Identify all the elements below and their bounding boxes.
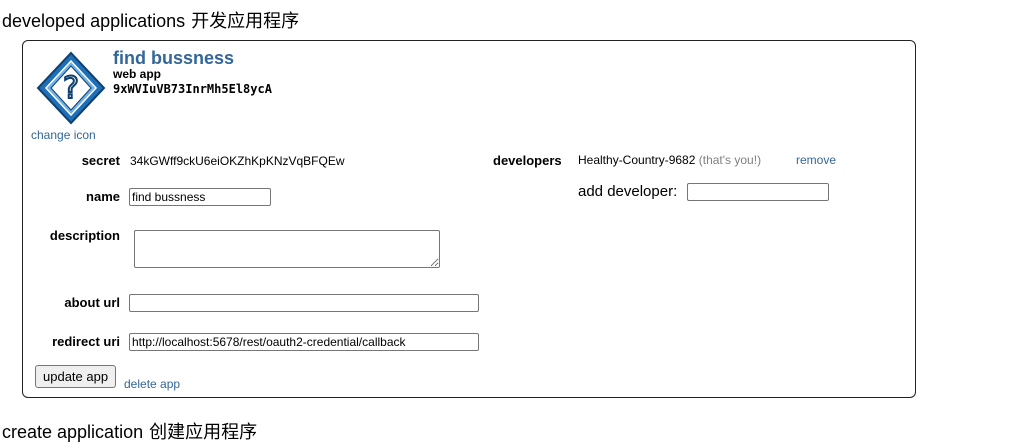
- app-client-id: 9xWVIuVB73InrMh5El8ycA: [113, 82, 272, 96]
- name-label: name: [86, 189, 120, 204]
- redirect-uri-input[interactable]: http://localhost:5678/rest/oauth2-creden…: [129, 333, 479, 351]
- update-app-button[interactable]: update app: [35, 365, 117, 388]
- heading-text-en: create application: [2, 422, 144, 442]
- remove-developer-link[interactable]: remove: [796, 153, 836, 167]
- add-developer-input[interactable]: [687, 183, 829, 201]
- secret-label: secret: [81, 153, 120, 168]
- that-is-you-note: (that's you!): [698, 153, 762, 167]
- about-url-label: about url: [64, 295, 120, 310]
- developers-label: developers: [493, 153, 562, 168]
- app-name-title: find bussness: [113, 48, 235, 68]
- description-textarea[interactable]: [134, 230, 440, 268]
- change-icon-link[interactable]: change icon: [31, 128, 96, 142]
- developer-name: Healthy-Country-9682: [578, 153, 696, 167]
- heading-text-cn: 创建应用程序: [149, 422, 258, 442]
- name-input[interactable]: find bussness: [129, 188, 271, 206]
- create-application-heading: create application 创建应用程序: [2, 418, 257, 444]
- app-details-box: ? find bussness web app 9xWVIuVB73InrMh5…: [22, 40, 916, 398]
- app-type-label: web app: [113, 67, 162, 81]
- question-mark-diamond-icon: ?: [36, 48, 106, 128]
- add-developer-label: add developer:: [578, 183, 678, 200]
- about-url-input[interactable]: [129, 294, 479, 312]
- developer-entry: Healthy-Country-9682 (that's you!): [578, 153, 761, 167]
- svg-text:?: ?: [63, 71, 79, 106]
- secret-value: 34kGWff9ckU6eiOKZhKpKNzVqBFQEw: [130, 154, 345, 168]
- delete-app-link[interactable]: delete app: [124, 377, 180, 391]
- description-label: description: [49, 228, 120, 243]
- developed-applications-heading: developed applications 开发应用程序: [2, 7, 299, 33]
- heading-text-en: developed applications: [2, 11, 186, 31]
- heading-text-cn: 开发应用程序: [191, 11, 300, 31]
- redirect-uri-label: redirect uri: [52, 334, 120, 349]
